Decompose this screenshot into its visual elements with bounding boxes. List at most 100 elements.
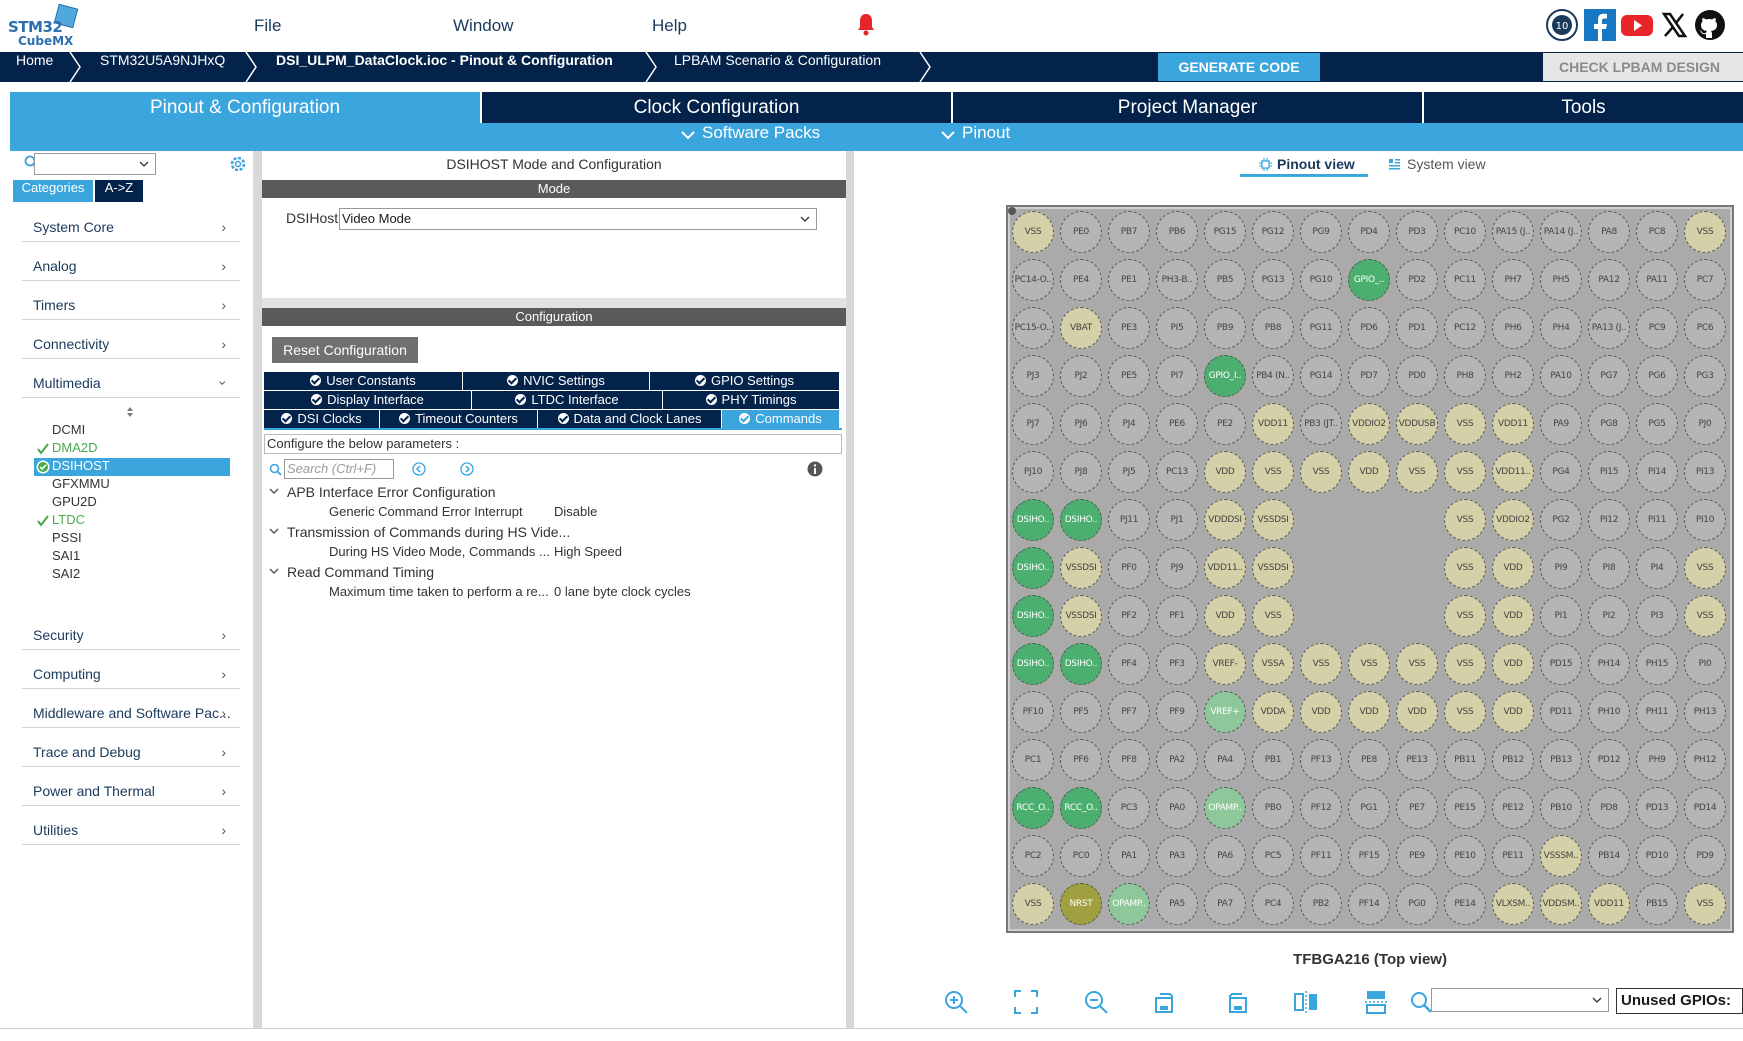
pin-vss[interactable]: VSS bbox=[1300, 643, 1342, 685]
tab-gpio-settings[interactable]: GPIO Settings bbox=[650, 372, 840, 390]
pin-pg3[interactable]: PG3 bbox=[1684, 355, 1726, 397]
pin-pa2[interactable]: PA2 bbox=[1156, 739, 1198, 781]
pin-dsiho[interactable]: DSIHO.. bbox=[1012, 547, 1054, 589]
pin-pc2[interactable]: PC2 bbox=[1012, 835, 1054, 877]
x-twitter-icon[interactable] bbox=[1657, 8, 1691, 42]
pin-pi5[interactable]: PI5 bbox=[1156, 307, 1198, 349]
pin-pi13[interactable]: PI13 bbox=[1684, 451, 1726, 493]
pin-vss[interactable]: VSS bbox=[1252, 595, 1294, 637]
tab-pinout-configuration[interactable]: Pinout & Configuration bbox=[10, 92, 480, 123]
pin-vss[interactable]: VSS bbox=[1444, 691, 1486, 733]
pin-vlxsm[interactable]: VLXSM.. bbox=[1492, 883, 1534, 925]
pin-vdd[interactable]: VDD bbox=[1396, 691, 1438, 733]
pin-vssdsi[interactable]: VSSDSI bbox=[1252, 547, 1294, 589]
pin-pg12[interactable]: PG12 bbox=[1252, 211, 1294, 253]
pin-pd12[interactable]: PD12 bbox=[1588, 739, 1630, 781]
pin-pi10[interactable]: PI10 bbox=[1684, 499, 1726, 541]
pin-pf8[interactable]: PF8 bbox=[1108, 739, 1150, 781]
pin-pg4[interactable]: PG4 bbox=[1540, 451, 1582, 493]
pin-pc7[interactable]: PC7 bbox=[1684, 259, 1726, 301]
pin-pb15[interactable]: PB15 bbox=[1636, 883, 1678, 925]
pin-vref[interactable]: VREF- bbox=[1204, 643, 1246, 685]
pin-pf4[interactable]: PF4 bbox=[1108, 643, 1150, 685]
dsihost-mode-select[interactable]: Video Mode bbox=[339, 208, 817, 230]
category-multimedia[interactable]: Multimedia › bbox=[22, 368, 240, 398]
pin-ph4[interactable]: PH4 bbox=[1540, 307, 1582, 349]
software-packs-menu[interactable]: Software Packs bbox=[702, 123, 820, 151]
pin-vdd[interactable]: VDD bbox=[1492, 547, 1534, 589]
pin-pc1[interactable]: PC1 bbox=[1012, 739, 1054, 781]
chevron-down-icon[interactable] bbox=[269, 488, 279, 496]
pin-pd7[interactable]: PD7 bbox=[1348, 355, 1390, 397]
pin-pa10[interactable]: PA10 bbox=[1540, 355, 1582, 397]
pin-pb13[interactable]: PB13 bbox=[1540, 739, 1582, 781]
pin-vss[interactable]: VSS bbox=[1444, 499, 1486, 541]
pin-pe7[interactable]: PE7 bbox=[1396, 787, 1438, 829]
pin-ph12[interactable]: PH12 bbox=[1684, 739, 1726, 781]
pin-pg5[interactable]: PG5 bbox=[1636, 403, 1678, 445]
pin-pj7[interactable]: PJ7 bbox=[1012, 403, 1054, 445]
pin-pe13[interactable]: PE13 bbox=[1396, 739, 1438, 781]
category-analog[interactable]: Analog › bbox=[22, 251, 240, 281]
pin-vss[interactable]: VSS bbox=[1348, 643, 1390, 685]
pin-pe9[interactable]: PE9 bbox=[1396, 835, 1438, 877]
pin-vdd11[interactable]: VDD11 bbox=[1588, 883, 1630, 925]
pin-vss[interactable]: VSS bbox=[1444, 403, 1486, 445]
pin-vss[interactable]: VSS bbox=[1012, 883, 1054, 925]
pin-pd15[interactable]: PD15 bbox=[1540, 643, 1582, 685]
pin-search-combo[interactable] bbox=[1431, 988, 1609, 1012]
list-item-sai2[interactable]: SAI2 bbox=[52, 566, 80, 584]
pin-pa14-j[interactable]: PA14 (J.. bbox=[1540, 211, 1582, 253]
pin-pi3[interactable]: PI3 bbox=[1636, 595, 1678, 637]
check-lpbam-design-button[interactable]: CHECK LPBAM DESIGN bbox=[1543, 53, 1743, 81]
flip-horizontal-icon[interactable] bbox=[1292, 988, 1320, 1016]
pin-gpio-i[interactable]: GPIO_I.. bbox=[1204, 355, 1246, 397]
pin-nrst[interactable]: NRST bbox=[1060, 883, 1102, 925]
pin-ph2[interactable]: PH2 bbox=[1492, 355, 1534, 397]
info-icon[interactable] bbox=[807, 461, 823, 477]
chevron-down-icon[interactable] bbox=[269, 568, 279, 576]
pin-pb12[interactable]: PB12 bbox=[1492, 739, 1534, 781]
pin-pb2[interactable]: PB2 bbox=[1300, 883, 1342, 925]
anniversary-badge-icon[interactable]: 10 bbox=[1545, 8, 1579, 42]
pin-pc6[interactable]: PC6 bbox=[1684, 307, 1726, 349]
pin-pe10[interactable]: PE10 bbox=[1444, 835, 1486, 877]
menu-window[interactable]: Window bbox=[453, 16, 513, 36]
zoom-out-icon[interactable] bbox=[1082, 988, 1110, 1016]
pin-vss[interactable]: VSS bbox=[1684, 547, 1726, 589]
flip-vertical-icon[interactable] bbox=[1362, 988, 1390, 1016]
zoom-in-icon[interactable] bbox=[942, 988, 970, 1016]
pin-pb10[interactable]: PB10 bbox=[1540, 787, 1582, 829]
category-connectivity[interactable]: Connectivity › bbox=[22, 329, 240, 359]
sort-icon[interactable] bbox=[125, 406, 135, 418]
pin-pe15[interactable]: PE15 bbox=[1444, 787, 1486, 829]
pin-pc11[interactable]: PC11 bbox=[1444, 259, 1486, 301]
pin-pe1[interactable]: PE1 bbox=[1108, 259, 1150, 301]
pin-dsiho[interactable]: DSIHO.. bbox=[1012, 499, 1054, 541]
tab-data-and-clock-lanes[interactable]: Data and Clock Lanes bbox=[538, 410, 722, 428]
pin-ph3-b[interactable]: PH3-B.. bbox=[1156, 259, 1198, 301]
pin-ph9[interactable]: PH9 bbox=[1636, 739, 1678, 781]
category-timers[interactable]: Timers › bbox=[22, 290, 240, 320]
pin-pg7[interactable]: PG7 bbox=[1588, 355, 1630, 397]
pin-pd14[interactable]: PD14 bbox=[1684, 787, 1726, 829]
pin-pg13[interactable]: PG13 bbox=[1252, 259, 1294, 301]
pin-vsssm[interactable]: VSSSM.. bbox=[1540, 835, 1582, 877]
pin-vss[interactable]: VSS bbox=[1444, 595, 1486, 637]
pin-pa12[interactable]: PA12 bbox=[1588, 259, 1630, 301]
pin-pb4-n[interactable]: PB4 (N.. bbox=[1252, 355, 1294, 397]
pin-vdddsi[interactable]: VDDDSI bbox=[1204, 499, 1246, 541]
pin-pa15-j[interactable]: PA15 (J.. bbox=[1492, 211, 1534, 253]
parameter-search-input[interactable]: Search (Ctrl+F) bbox=[284, 459, 394, 479]
tab-project-manager[interactable]: Project Manager bbox=[953, 92, 1422, 123]
pin-pg1[interactable]: PG1 bbox=[1348, 787, 1390, 829]
pin-vdd[interactable]: VDD bbox=[1492, 643, 1534, 685]
pin-pc9[interactable]: PC9 bbox=[1636, 307, 1678, 349]
pin-ph5[interactable]: PH5 bbox=[1540, 259, 1582, 301]
pin-pi15[interactable]: PI15 bbox=[1588, 451, 1630, 493]
pin-pe6[interactable]: PE6 bbox=[1156, 403, 1198, 445]
pin-pc10[interactable]: PC10 bbox=[1444, 211, 1486, 253]
fit-to-screen-icon[interactable] bbox=[1012, 988, 1040, 1016]
category-utilities[interactable]: Utilities › bbox=[22, 815, 240, 845]
pin-pf14[interactable]: PF14 bbox=[1348, 883, 1390, 925]
